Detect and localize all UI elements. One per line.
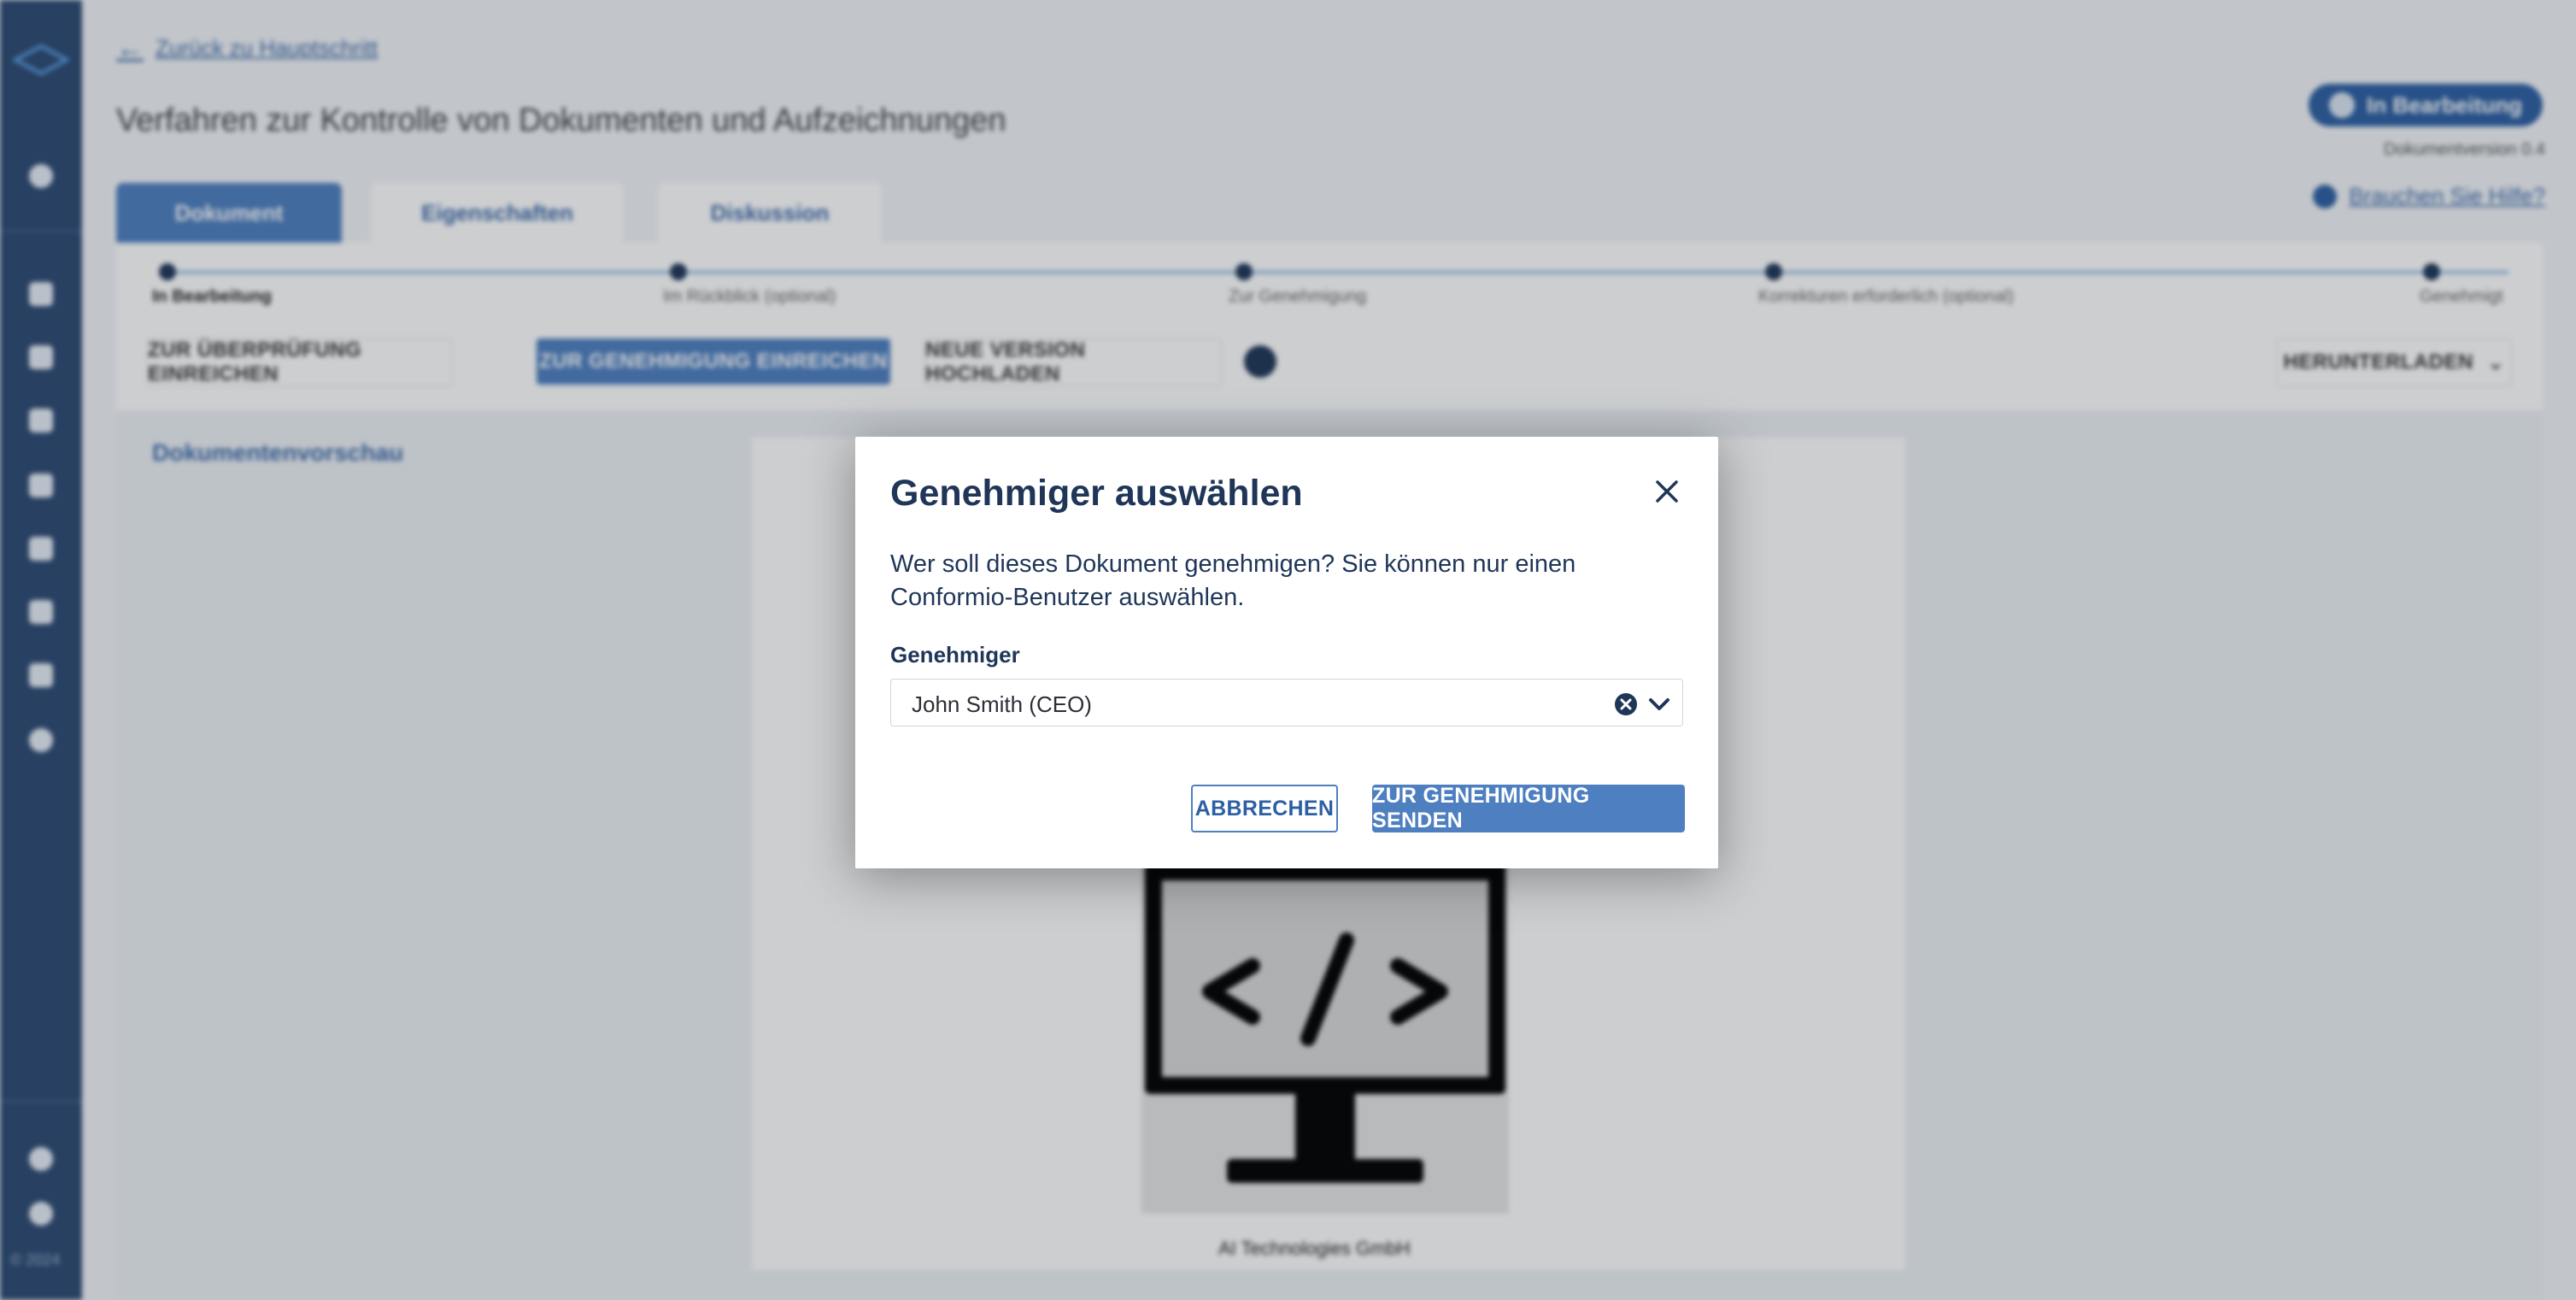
approver-field-label: Genehmiger bbox=[890, 642, 1020, 668]
clear-selection-icon[interactable] bbox=[1614, 692, 1638, 716]
approver-selected-value: John Smith (CEO) bbox=[912, 691, 1092, 717]
dialog-title: Genehmiger auswählen bbox=[890, 473, 1303, 514]
select-approver-dialog: Genehmiger auswählen Wer soll dieses Dok… bbox=[855, 437, 1718, 868]
chevron-down-icon[interactable] bbox=[1646, 693, 1672, 715]
cancel-button[interactable]: ABBRECHEN bbox=[1191, 785, 1338, 832]
close-icon[interactable] bbox=[1650, 474, 1684, 509]
dialog-description: Wer soll dieses Dokument genehmigen? Sie… bbox=[890, 550, 1576, 611]
approver-select[interactable]: John Smith (CEO) bbox=[890, 679, 1683, 726]
send-for-approval-button[interactable]: ZUR GENEHMIGUNG SENDEN bbox=[1372, 784, 1685, 832]
